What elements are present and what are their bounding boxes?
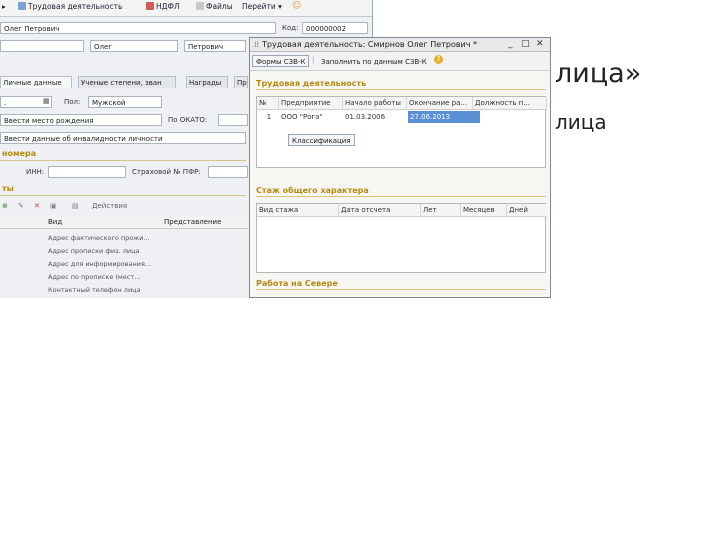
okato-label: По ОКАТО: <box>168 116 208 124</box>
toolbar-arrow-icon[interactable]: ▸ <box>2 2 6 11</box>
grid-header-representation: Представление <box>164 218 222 226</box>
copy-contact-icon[interactable]: ▣ <box>50 202 57 210</box>
first-name-field[interactable]: Олег <box>90 40 178 52</box>
general-experience-section-title: Стаж общего характера <box>256 186 369 195</box>
window-grip-icon: ⁞⁞ <box>254 40 260 49</box>
add-contact-icon[interactable]: ⊕ <box>2 202 8 210</box>
tab-awards[interactable]: Награды <box>186 76 228 88</box>
ndfl-icon <box>146 2 154 10</box>
code-label: Код: <box>282 24 299 32</box>
contact-row[interactable]: Адрес для информирования... <box>0 258 248 271</box>
col-position[interactable]: Должность п... <box>473 97 547 110</box>
work-window-commandbar: Формы СЗВ-К | Заполнить по данным СЗВ-К … <box>250 52 550 71</box>
classification-button[interactable]: Классификация <box>288 134 355 146</box>
col-reference-date[interactable]: Дата отсчета <box>339 204 421 217</box>
inn-label: ИНН: <box>26 168 45 176</box>
edit-contact-icon[interactable]: ✎ <box>18 202 24 210</box>
col-experience-kind[interactable]: Вид стажа <box>257 204 339 217</box>
numbers-divider <box>0 160 246 161</box>
slide-subtitle: лица <box>555 110 607 134</box>
cell-enterprise[interactable]: ООО "Рога" <box>279 111 343 123</box>
contact-row[interactable]: Контактный телефон лица <box>0 284 248 297</box>
contacts-section-title: ты <box>2 184 14 193</box>
contact-row[interactable]: Адрес по прописке (мест... <box>0 271 248 284</box>
help-icon[interactable]: ? <box>434 55 443 64</box>
tab-degrees[interactable]: Ученые степени, зван <box>78 76 176 88</box>
szvk-forms-button[interactable]: Формы СЗВ-К <box>252 55 310 67</box>
contacts-grid-header: Вид Представление <box>0 216 248 229</box>
actions-icon[interactable]: ▤ <box>72 202 79 210</box>
grid-header-kind: Вид <box>48 218 63 226</box>
disability-field[interactable]: Ввести данные об инвалидности личности <box>0 132 246 144</box>
files-link[interactable]: Файлы <box>196 2 233 11</box>
okato-field[interactable] <box>218 114 248 126</box>
slide-title: лица» <box>555 58 642 89</box>
full-name-field[interactable]: Олег Петрович <box>0 22 276 34</box>
general-experience-table[interactable]: Вид стажа Дата отсчета Лет Месяцев Дней <box>256 203 547 273</box>
north-work-divider <box>256 289 546 290</box>
contacts-actions-label[interactable]: Действия <box>92 202 127 210</box>
col-end-date[interactable]: Окончание ра... <box>407 97 473 110</box>
contacts-divider <box>0 195 246 196</box>
work-activity-link[interactable]: Трудовая деятельность <box>18 2 122 11</box>
work-activity-table[interactable]: № Предприятие Начало работы Окончание ра… <box>256 96 547 168</box>
birth-place-field[interactable]: Ввести место рождения <box>0 114 162 126</box>
snils-field[interactable] <box>208 166 248 178</box>
general-experience-divider <box>256 196 546 197</box>
last-name-field[interactable] <box>0 40 84 52</box>
inn-field[interactable] <box>48 166 126 178</box>
cell-start-date[interactable]: 01.03.2006 <box>343 111 407 123</box>
delete-contact-icon[interactable]: ✕ <box>34 202 40 210</box>
cell-number[interactable]: 1 <box>257 111 279 123</box>
contact-row[interactable]: Адрес прописки физ. лица <box>0 245 248 258</box>
work-activity-window: ⁞⁞ Трудовая деятельность: Смирнов Олег П… <box>249 37 551 298</box>
work-window-titlebar[interactable]: ⁞⁞ Трудовая деятельность: Смирнов Олег П… <box>250 38 550 52</box>
col-years[interactable]: Лет <box>421 204 461 217</box>
north-work-section-title: Работа на Севере <box>256 279 338 288</box>
cell-end-date-selected[interactable]: 27.06.2013 <box>408 111 480 123</box>
col-months[interactable]: Месяцев <box>461 204 507 217</box>
goto-menu[interactable]: Перейти ▾ <box>242 2 282 11</box>
sex-select[interactable]: Мужской <box>88 96 162 108</box>
calendar-icon[interactable]: ▦ <box>43 97 50 105</box>
col-days[interactable]: Дней <box>507 204 547 217</box>
help-icon[interactable]: ☺ <box>292 1 301 11</box>
col-number[interactable]: № <box>257 97 279 110</box>
ndfl-link[interactable]: НДФЛ <box>146 2 180 11</box>
tab-personal-data[interactable]: Личные данные <box>0 76 72 88</box>
sex-label: Пол: <box>64 98 81 106</box>
fill-szvk-button[interactable]: Заполнить по данным СЗВ-К <box>317 55 431 67</box>
close-button[interactable]: ✕ <box>536 38 544 51</box>
code-field[interactable]: 000000002 <box>302 22 368 34</box>
work-activity-divider <box>256 89 546 90</box>
cell-position[interactable] <box>473 111 547 123</box>
card-toolbar: ▸ Трудовая деятельность НДФЛ Файлы Перей… <box>0 0 372 17</box>
files-icon <box>196 2 204 10</box>
work-window-title: Трудовая деятельность: Смирнов Олег Петр… <box>262 40 478 49</box>
work-activity-section-title: Трудовая деятельность <box>256 79 367 88</box>
minimize-button[interactable]: _ <box>508 38 513 51</box>
contact-row[interactable]: Адрес фактического прожи... <box>0 232 248 245</box>
snils-label: Страховой № ПФР: <box>132 168 201 176</box>
work-activity-icon <box>18 2 26 10</box>
numbers-section-title: номера <box>2 149 37 158</box>
col-enterprise[interactable]: Предприятие <box>279 97 343 110</box>
maximize-button[interactable]: □ <box>521 38 530 51</box>
col-start-date[interactable]: Начало работы <box>343 97 407 110</box>
tab-more[interactable]: Пр <box>234 76 248 88</box>
patronymic-field[interactable]: Петрович <box>184 40 246 52</box>
